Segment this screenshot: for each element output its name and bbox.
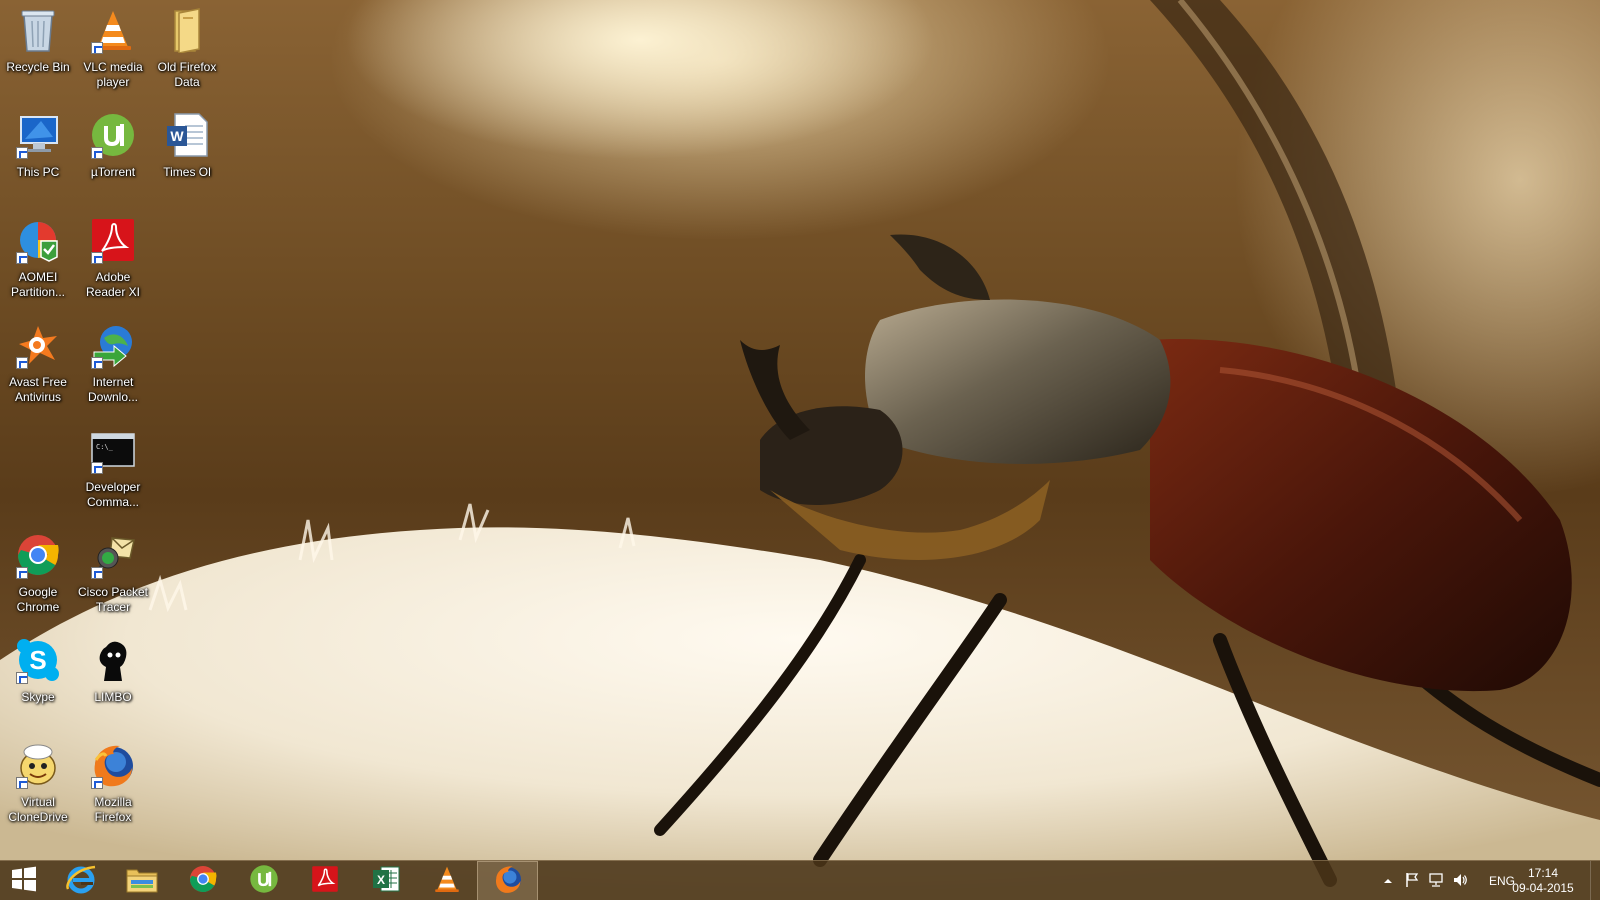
- taskbar-excel[interactable]: X: [355, 861, 416, 900]
- desktop-icon-label: Times Ol: [163, 165, 211, 179]
- taskbar-adobe-reader[interactable]: [294, 861, 355, 900]
- excel-icon: X: [371, 864, 401, 899]
- taskbar: X ENG 17:14 09-04-2015: [0, 860, 1600, 900]
- svg-text:S: S: [29, 645, 46, 675]
- taskbar-file-explorer[interactable]: [111, 861, 172, 900]
- utorrent-icon: [89, 111, 137, 159]
- computer-icon: [14, 111, 62, 159]
- limbo-icon: [89, 636, 137, 684]
- desktop-icon-label: LIMBO: [94, 690, 132, 704]
- taskbar-firefox[interactable]: [477, 861, 538, 900]
- desktop-icon-label: This PC: [16, 165, 60, 179]
- clock-time: 17:14: [1527, 866, 1559, 880]
- desktop-icon-label: VLC media player: [83, 60, 143, 89]
- word-document-icon: W: [163, 111, 211, 159]
- firefox-icon: [493, 864, 523, 899]
- command-prompt-icon: C:\_: [89, 426, 137, 474]
- utorrent-icon: [249, 864, 279, 899]
- desktop-icon-label: Skype: [21, 690, 55, 704]
- desktop-icon-label: Adobe Reader XI: [85, 270, 141, 299]
- desktop-icon-developer-command-prompt[interactable]: C:\_ Developer Comma...: [75, 422, 151, 526]
- recycle-bin-icon: [14, 6, 62, 54]
- taskbar-utorrent[interactable]: [233, 861, 294, 900]
- desktop-icon-label: Mozilla Firefox: [94, 795, 132, 824]
- desktop-icon-vlc[interactable]: VLC media player: [75, 2, 151, 106]
- desktop-icon-label: Developer Comma...: [85, 480, 141, 509]
- action-center-button[interactable]: [1400, 861, 1424, 900]
- desktop-icon-cisco-packet-tracer[interactable]: Cisco Packet Tracer: [75, 527, 151, 631]
- desktop-icon-this-pc[interactable]: This PC: [0, 107, 76, 211]
- skype-icon: S: [14, 636, 62, 684]
- aomei-icon: [14, 216, 62, 264]
- desktop-icon-label: µTorrent: [90, 165, 136, 179]
- file-explorer-icon: [125, 864, 159, 899]
- flag-icon: [1405, 872, 1419, 891]
- vlc-icon: [432, 864, 462, 899]
- wallpaper-art: [0, 0, 1600, 900]
- desktop-icon-old-firefox-data[interactable]: Old Firefox Data: [149, 2, 225, 106]
- desktop-icon-limbo[interactable]: LIMBO: [75, 632, 151, 736]
- clonedrive-icon: [14, 741, 62, 789]
- desktop-icon-label: Old Firefox Data: [157, 60, 217, 89]
- svg-text:W: W: [170, 128, 184, 144]
- windows-start-icon: [11, 866, 37, 897]
- clock[interactable]: 17:14 09-04-2015: [1508, 866, 1578, 896]
- desktop-wallpaper: [0, 0, 1600, 900]
- desktop-icon-internet-download-manager[interactable]: Internet Downlo...: [75, 317, 151, 421]
- desktop-icon-label: Google Chrome: [16, 585, 60, 614]
- desktop-icon-recycle-bin[interactable]: Recycle Bin: [0, 2, 76, 106]
- show-hidden-icons-button[interactable]: [1376, 861, 1400, 900]
- vlc-icon: [89, 6, 137, 54]
- desktop-icon-google-chrome[interactable]: Google Chrome: [0, 527, 76, 631]
- desktop-icon-label: Avast Free Antivirus: [9, 375, 67, 404]
- start-button[interactable]: [0, 861, 48, 900]
- desktop-icon-label: Virtual CloneDrive: [8, 795, 68, 824]
- network-button[interactable]: [1424, 861, 1448, 900]
- firefox-icon: [89, 741, 137, 789]
- system-tray: ENG: [1376, 861, 1524, 900]
- desktop-icon-virtual-clonedrive[interactable]: Virtual CloneDrive: [0, 737, 76, 841]
- taskbar-internet-explorer[interactable]: [50, 861, 111, 900]
- clock-date: 09-04-2015: [1512, 881, 1574, 895]
- packet-tracer-icon: [89, 531, 137, 579]
- volume-button[interactable]: [1448, 861, 1472, 900]
- speaker-icon: [1452, 872, 1468, 891]
- svg-text:X: X: [376, 873, 384, 887]
- desktop-icon-label: Internet Downlo...: [87, 375, 139, 404]
- desktop-icon-times-ol[interactable]: W Times Ol: [149, 107, 225, 211]
- desktop-icon-avast[interactable]: Avast Free Antivirus: [0, 317, 76, 421]
- adobe-reader-icon: [89, 216, 137, 264]
- desktop-icon-label: Recycle Bin: [6, 60, 70, 74]
- chrome-icon: [188, 864, 218, 899]
- taskbar-google-chrome[interactable]: [172, 861, 233, 900]
- internet-explorer-icon: [65, 863, 97, 900]
- desktop-icon-adobe-reader[interactable]: Adobe Reader XI: [75, 212, 151, 316]
- desktop-icon-label: Cisco Packet Tracer: [77, 585, 149, 614]
- chrome-icon: [14, 531, 62, 579]
- network-icon: [1428, 872, 1444, 891]
- desktop-icon-label: AOMEI Partition...: [10, 270, 66, 299]
- taskbar-vlc[interactable]: [416, 861, 477, 900]
- chevron-up-icon: [1383, 874, 1393, 888]
- folder-icon: [163, 6, 211, 54]
- svg-text:C:\_: C:\_: [96, 443, 114, 451]
- avast-icon: [14, 321, 62, 369]
- desktop-icon-utorrent[interactable]: µTorrent: [75, 107, 151, 211]
- idm-icon: [89, 321, 137, 369]
- adobe-reader-icon: [311, 865, 339, 898]
- desktop-icon-aomei-partition[interactable]: AOMEI Partition...: [0, 212, 76, 316]
- show-desktop-button[interactable]: [1590, 861, 1600, 900]
- desktop-icon-skype[interactable]: S Skype: [0, 632, 76, 736]
- desktop-icon-mozilla-firefox[interactable]: Mozilla Firefox: [75, 737, 151, 841]
